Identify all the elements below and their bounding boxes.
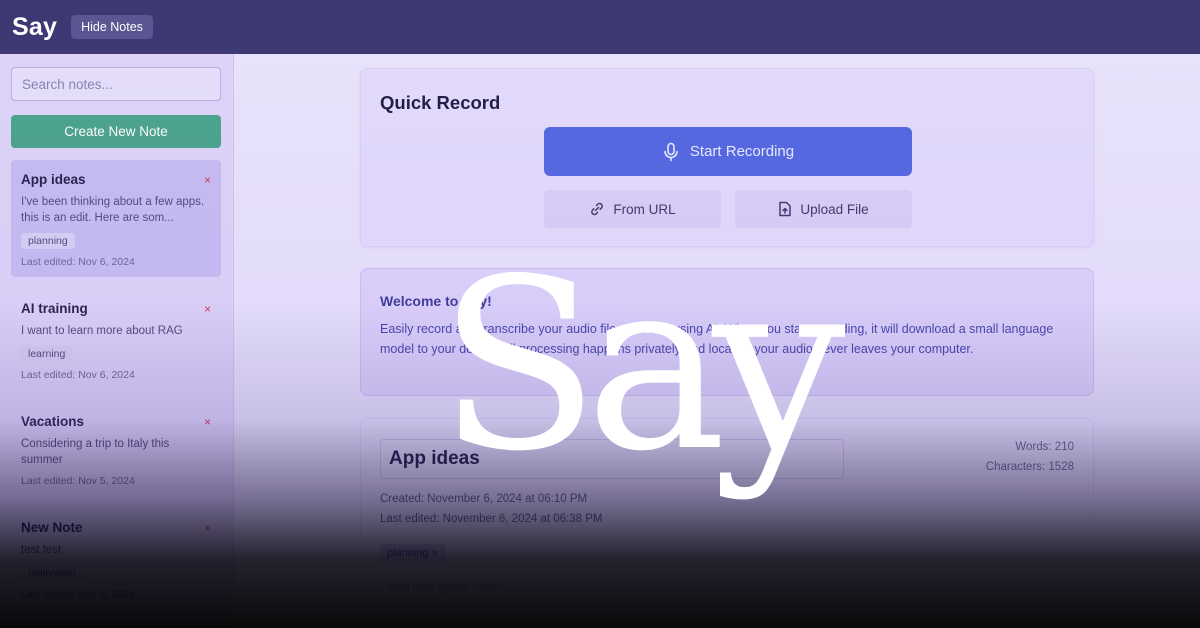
start-recording-label: Start Recording: [689, 143, 795, 160]
word-count: Words: 210: [1015, 441, 1074, 453]
note-list-item-ai-training[interactable]: AI training × I want to learn more about…: [11, 289, 221, 390]
note-preview: Considering a trip to Italy this summer: [21, 438, 170, 466]
note-title: AI training: [21, 301, 88, 316]
note-preview: I want to learn more about RAG: [21, 325, 183, 337]
note-preview: I've been thinking about a few apps. thi…: [21, 196, 205, 224]
note-tag: learning: [21, 346, 73, 362]
note-date: Last edited: Nov 5, 2024: [21, 588, 135, 600]
say-brand-overlay: Say: [438, 228, 846, 503]
delete-note-icon[interactable]: ×: [204, 302, 211, 316]
top-bar: Say Hide Notes: [0, 0, 1200, 54]
note-date: Last edited: Nov 6, 2024: [21, 256, 135, 268]
app-logo: Say: [12, 12, 58, 41]
character-count: Characters: 1528: [985, 461, 1074, 473]
microphone-icon: [664, 142, 678, 161]
note-list-item-vacations[interactable]: Vacations × Considering a trip to Italy …: [11, 402, 221, 496]
note-title: Vacations: [21, 414, 85, 429]
add-tags-input[interactable]: Add tags (press Enter): [389, 581, 504, 593]
start-recording-button[interactable]: Start Recording: [544, 127, 912, 176]
note-list-item-new-note[interactable]: New Note × test test motivation Last edi…: [11, 508, 221, 609]
search-notes-input[interactable]: Search notes...: [11, 67, 221, 101]
note-tag: motivation: [21, 565, 83, 581]
note-title: App ideas: [21, 172, 86, 187]
note-title: New Note: [21, 520, 83, 535]
delete-note-icon[interactable]: ×: [204, 521, 211, 535]
remove-tag-button[interactable]: planning ×: [380, 544, 446, 562]
note-date: Last edited: Nov 6, 2024: [21, 369, 135, 381]
note-tag: planning: [21, 233, 75, 249]
notes-sidebar: Search notes... Create New Note App idea…: [0, 54, 234, 628]
note-preview: test test: [21, 544, 62, 556]
delete-note-icon[interactable]: ×: [204, 173, 211, 187]
delete-note-icon[interactable]: ×: [204, 415, 211, 429]
note-list-item-app-ideas[interactable]: App ideas × I've been thinking about a f…: [11, 160, 221, 277]
hide-notes-button[interactable]: Hide Notes: [71, 15, 153, 39]
create-new-note-button[interactable]: Create New Note: [11, 115, 221, 148]
note-date: Last edited: Nov 5, 2024: [21, 475, 135, 487]
quick-record-title: Quick Record: [380, 92, 501, 113]
